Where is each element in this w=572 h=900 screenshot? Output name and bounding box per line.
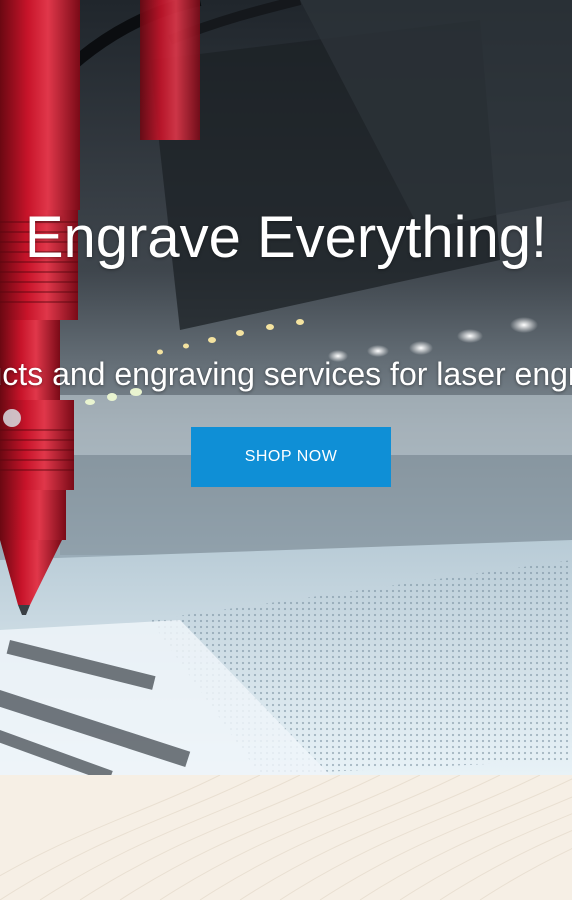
- shop-now-button[interactable]: SHOP NOW: [191, 427, 391, 487]
- background-pattern: [0, 775, 572, 900]
- hero-banner: Engrave Everything! Products and engravi…: [0, 0, 572, 775]
- hero-subtitle: Products and engraving services for lase…: [0, 356, 572, 392]
- hero-title: Engrave Everything!: [24, 205, 548, 270]
- content-section: [0, 775, 572, 900]
